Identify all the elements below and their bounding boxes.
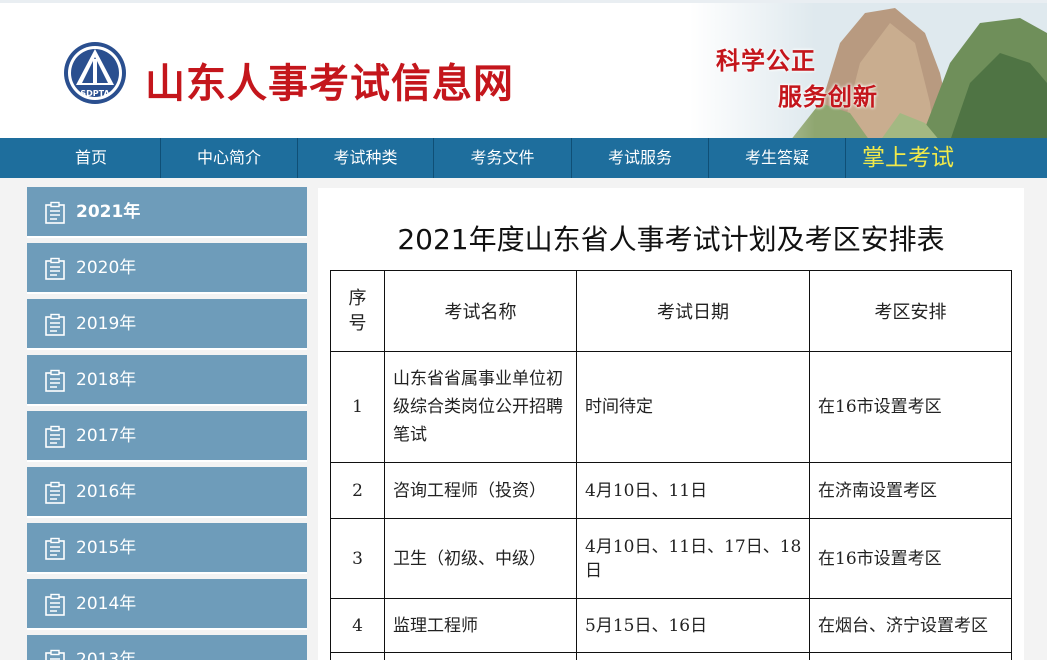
sidebar-item-label: 2018年 [76,370,137,390]
sidebar-item-2021[interactable]: 2021年 [27,187,307,238]
row-number-cell [330,652,385,660]
exam-date-cell [576,652,810,660]
nav-divider [845,138,846,178]
nav-item-exam-types[interactable]: 考试种类 [298,138,433,178]
row-number-cell: 3 [330,518,385,599]
exam-name-cell: 卫生（初级、中级） [384,518,577,599]
sidebar-item-2016[interactable]: 2016年 [27,467,307,518]
document-list-icon [45,481,65,504]
exam-plan-table: 序号 考试名称 考试日期 考区安排 1 山东省省属事业单位初级综合类岗位公开招聘… [330,270,1012,660]
exam-date-cell: 4月10日、11日 [576,462,810,519]
nav-item-mobile-exam[interactable]: 掌上考试 [862,138,954,178]
exam-name-cell: 监理工程师 [384,598,577,653]
nav-item-about[interactable]: 中心简介 [161,138,297,178]
header-cell-exam-date: 考试日期 [576,270,810,352]
sidebar-item-label: 2019年 [76,314,137,334]
row-number-cell: 4 [330,598,385,653]
table-row: 1 山东省省属事业单位初级综合类岗位公开招聘笔试 时间待定 在16市设置考区 [330,351,1012,463]
sdpta-logo-icon[interactable]: SDPTA [62,39,128,107]
sidebar-item-2015[interactable]: 2015年 [27,523,307,574]
exam-area-cell: 在16市设置考区 [809,518,1012,599]
sidebar-item-2013[interactable]: 2013年 [27,635,307,660]
nav-item-home[interactable]: 首页 [22,138,160,178]
document-list-icon [45,369,65,392]
sidebar-item-2019[interactable]: 2019年 [27,299,307,350]
site-title[interactable]: 山东人事考试信息网 [145,51,514,109]
table-row: 4 监理工程师 5月15日、16日 在烟台、济宁设置考区 [330,598,1012,653]
sidebar-item-label: 2017年 [76,426,137,446]
sidebar-item-2017[interactable]: 2017年 [27,411,307,462]
sidebar-item-label: 2021年 [76,202,141,222]
nav-item-faq[interactable]: 考生答疑 [709,138,845,178]
row-number-cell: 1 [330,351,385,463]
sidebar-item-label: 2020年 [76,258,137,278]
table-row: 2 咨询工程师（投资） 4月10日、11日 在济南设置考区 [330,462,1012,519]
exam-area-cell: 在16市设置考区 [809,351,1012,463]
sidebar-item-label: 2014年 [76,594,137,614]
exam-area-cell: 在济南设置考区 [809,462,1012,519]
exam-date-cell: 5月15日、16日 [576,598,810,653]
page-title: 2021年度山东省人事考试计划及考区安排表 [397,223,945,256]
table-header-row: 序号 考试名称 考试日期 考区安排 [330,270,1012,352]
sidebar-item-label: 2013年 [76,650,137,660]
main-content: 2021年度山东省人事考试计划及考区安排表 序号 考试名称 考试日期 考区安排 … [318,188,1024,660]
row-number-cell: 2 [330,462,385,519]
exam-area-cell [809,652,1012,660]
nav-item-exam-documents[interactable]: 考务文件 [434,138,571,178]
header-cell-number: 序号 [330,270,385,352]
document-list-icon [45,425,65,448]
slogan-line2: 服务创新 [778,82,878,111]
document-list-icon [45,201,65,224]
site-header: SDPTA 山东人事考试信息网 科学公正 服务创新 [0,0,1047,138]
exam-area-cell: 在烟台、济宁设置考区 [809,598,1012,653]
document-list-icon [45,313,65,336]
exam-name-cell: 咨询工程师（投资） [384,462,577,519]
logo-text: SDPTA [80,89,110,98]
table-row [330,652,1012,660]
sidebar-item-label: 2016年 [76,482,137,502]
sidebar-item-2020[interactable]: 2020年 [27,243,307,294]
exam-date-cell: 时间待定 [576,351,810,463]
exam-name-cell [384,652,577,660]
table-row: 3 卫生（初级、中级） 4月10日、11日、17日、18日 在16市设置考区 [330,518,1012,599]
exam-name-cell: 山东省省属事业单位初级综合类岗位公开招聘笔试 [384,351,577,463]
document-list-icon [45,649,65,660]
sidebar-item-2014[interactable]: 2014年 [27,579,307,630]
sidebar-item-2018[interactable]: 2018年 [27,355,307,406]
exam-date-cell: 4月10日、11日、17日、18日 [576,518,810,599]
nav-item-exam-services[interactable]: 考试服务 [572,138,708,178]
document-list-icon [45,593,65,616]
document-list-icon [45,537,65,560]
header-cell-exam-area: 考区安排 [809,270,1012,352]
main-nav: 首页 中心简介 考试种类 考务文件 考试服务 考生答疑 掌上考试 [0,138,1047,178]
header-cell-exam-name: 考试名称 [384,270,577,352]
sidebar-item-label: 2015年 [76,538,137,558]
slogan-line1: 科学公正 [716,46,816,75]
document-list-icon [45,257,65,280]
